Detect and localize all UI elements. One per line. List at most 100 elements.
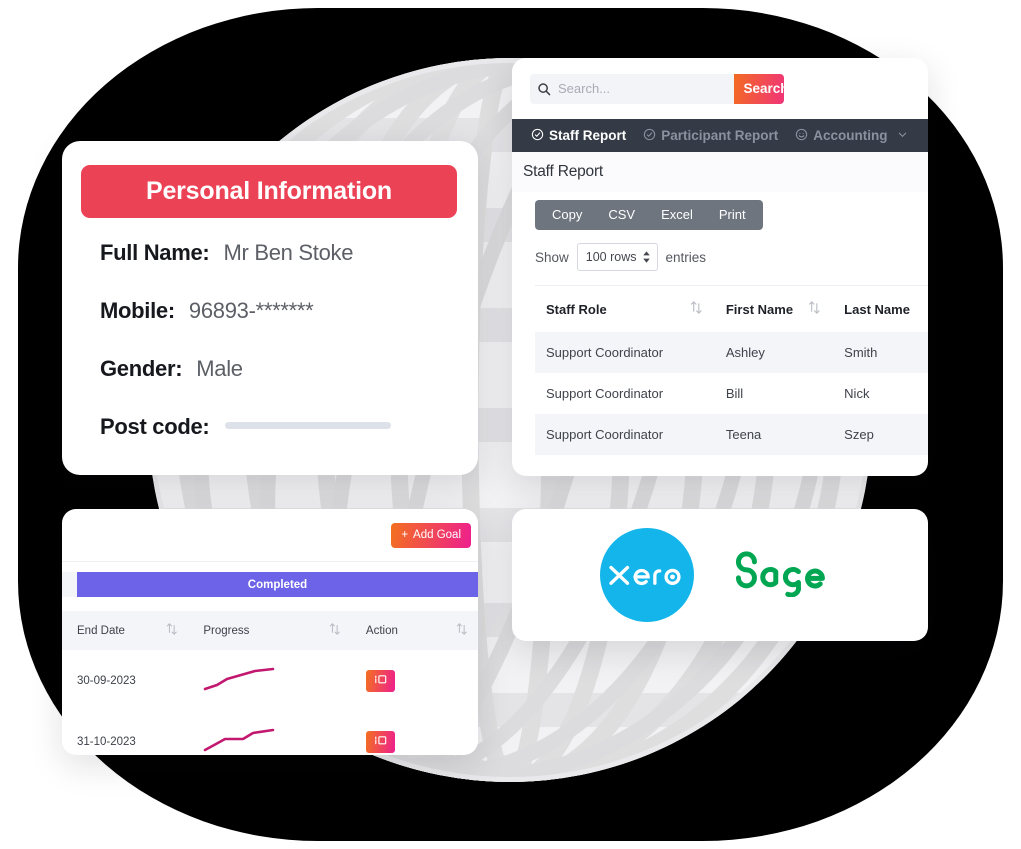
export-button-group: Copy CSV Excel Print (535, 200, 763, 230)
field-post-code: Post code: (100, 414, 478, 472)
progress-sparkline-icon (203, 667, 275, 695)
table-header-row: Staff Role First Name Last Name (535, 286, 928, 333)
column-header-staff-role[interactable]: Staff Role (535, 286, 715, 333)
sage-wordmark-icon (735, 550, 825, 597)
cell-first-name: Teena (725, 427, 762, 442)
export-copy-button[interactable]: Copy (539, 200, 595, 230)
cell-staff-role: Support Coordinator (546, 386, 664, 401)
search-bar: Search (512, 58, 928, 119)
search-input[interactable] (558, 81, 734, 96)
cell-first-name: Ashley (725, 345, 765, 360)
cell-first-name: Bill (725, 386, 744, 401)
export-print-button[interactable]: Print (706, 200, 759, 230)
cell-staff-role: Support Coordinator (546, 345, 664, 360)
field-value: Mr Ben Stoke (223, 240, 354, 265)
check-circle-icon (531, 128, 544, 144)
redacted-value-bar (225, 422, 392, 429)
check-circle-icon (643, 128, 656, 144)
field-label: Gender: (100, 356, 183, 381)
column-header-end-date[interactable]: End Date (62, 611, 189, 650)
field-mobile: Mobile: 96893-******* (100, 298, 478, 356)
cell-last-name: Szep (844, 427, 874, 442)
field-label: Post code: (100, 414, 210, 439)
status-badge: Completed (77, 572, 478, 597)
integrations-card (512, 509, 928, 641)
page-title: Staff Report (523, 163, 604, 180)
rows-per-page-select[interactable]: 100 rows (576, 243, 658, 271)
goals-toolbar: + Add Goal (62, 509, 478, 562)
field-gender: Gender: Male (100, 356, 478, 414)
cell-last-name: Nick (844, 386, 870, 401)
column-header-progress[interactable]: Progress (188, 611, 351, 650)
xero-logo (600, 528, 694, 622)
promo-composition: Personal Information Full Name: Mr Ben S… (0, 0, 1021, 849)
sort-icon[interactable] (166, 622, 178, 639)
smiley-circle-icon (795, 128, 808, 144)
sort-icon[interactable] (808, 300, 821, 318)
show-entries-suffix: entries (665, 249, 707, 265)
goal-status-row: Completed (62, 572, 478, 597)
report-nav: Staff Report Participant Report Accounti… (512, 119, 928, 152)
nav-item-staff-report[interactable]: Staff Report (531, 128, 626, 144)
table-row: Support Coordinator Ashley Smith (535, 332, 928, 373)
table-header-row: End Date Progress Action (62, 611, 478, 650)
column-label: First Name (725, 301, 794, 317)
column-header-last-name[interactable]: Last Name (833, 286, 928, 333)
field-value: 96893-******* (188, 298, 314, 323)
cell-progress (188, 711, 351, 755)
search-box[interactable]: Search (530, 73, 784, 104)
sort-icon[interactable] (456, 622, 468, 639)
table-row: 31-10-2023 (62, 711, 478, 755)
cell-last-name: Smith (844, 345, 878, 360)
personal-information-header: Personal Information (81, 165, 457, 218)
field-label: Full Name: (100, 240, 210, 265)
nav-item-label: Staff Report (549, 128, 627, 143)
add-goal-label: Add Goal (413, 529, 461, 541)
column-label: Staff Role (546, 301, 607, 317)
column-label: Last Name (844, 301, 910, 317)
staff-report-title-band: Staff Report (512, 152, 928, 192)
progress-sparkline-icon (203, 728, 275, 755)
show-entries-control: Show 100 rows entries (535, 243, 928, 271)
rows-per-page-value: 100 rows (585, 250, 637, 264)
add-goal-button[interactable]: + Add Goal (391, 522, 471, 548)
cell-end-date: 30-09-2023 (77, 674, 136, 687)
staff-report-card: Search Staff Report Participant Report (512, 58, 928, 476)
select-updown-icon (642, 251, 651, 264)
sort-icon[interactable] (329, 622, 341, 639)
nav-item-label: Participant Report (661, 128, 779, 143)
export-csv-button[interactable]: CSV (595, 200, 648, 230)
column-label: End Date (77, 624, 125, 637)
column-header-first-name[interactable]: First Name (715, 286, 833, 333)
column-label: Progress (203, 624, 250, 637)
nav-item-participant-report[interactable]: Participant Report (643, 128, 778, 144)
status-row-gutter (62, 572, 77, 597)
field-value: Male (196, 356, 243, 381)
cell-progress (188, 650, 351, 711)
view-goal-button[interactable] (365, 669, 395, 692)
table-row: Support Coordinator Teena Szep (535, 414, 928, 455)
personal-information-fields: Full Name: Mr Ben Stoke Mobile: 96893-**… (62, 218, 478, 472)
goals-card: + Add Goal Completed End Date Progress A… (62, 509, 478, 755)
column-header-action[interactable]: Action (350, 611, 478, 650)
nav-item-accounting[interactable]: Accounting (795, 128, 907, 144)
show-entries-prefix: Show (535, 249, 569, 265)
sort-icon[interactable] (690, 300, 703, 318)
view-goal-button[interactable] (365, 730, 395, 753)
view-icon (374, 734, 387, 749)
nav-item-label: Accounting (813, 128, 888, 143)
plus-icon: + (401, 529, 409, 541)
personal-information-card: Personal Information Full Name: Mr Ben S… (62, 141, 478, 475)
field-label: Mobile: (100, 298, 175, 323)
sage-logo (732, 549, 840, 602)
cell-action (351, 650, 478, 711)
table-row: 30-09-2023 (62, 650, 478, 711)
view-icon (374, 673, 387, 688)
export-excel-button[interactable]: Excel (648, 200, 706, 230)
cell-staff-role: Support Coordinator (546, 427, 664, 442)
search-button[interactable]: Search (734, 73, 784, 104)
xero-wordmark-icon (609, 565, 681, 586)
cell-action (351, 711, 478, 755)
search-icon (530, 82, 558, 96)
chevron-down-icon[interactable] (897, 128, 908, 143)
